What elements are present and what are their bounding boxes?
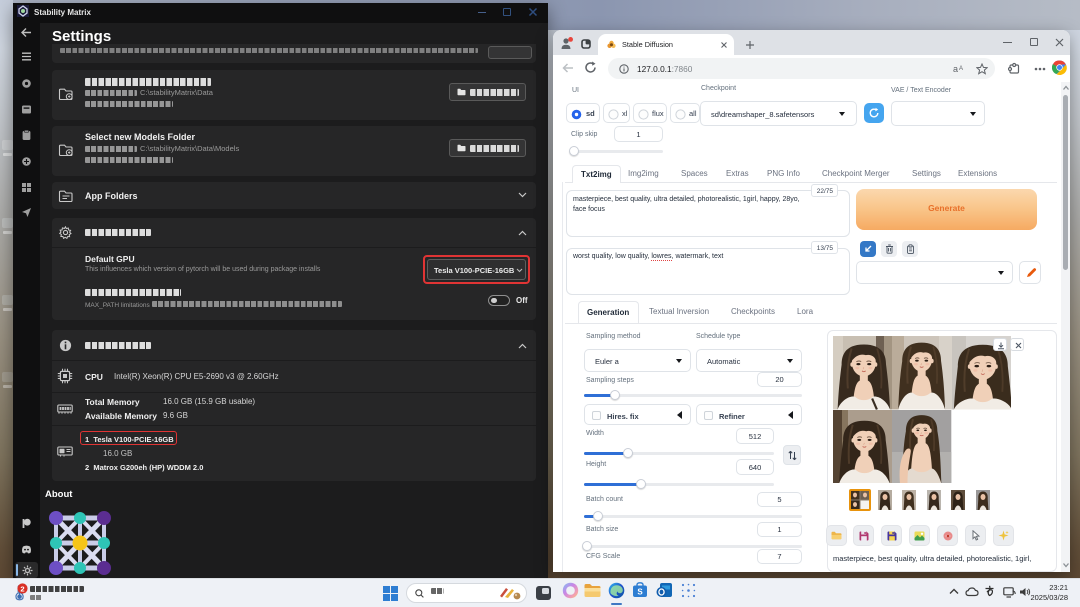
svg-text:S: S	[637, 588, 643, 597]
svg-text:2: 2	[20, 584, 24, 593]
svg-text:a: a	[953, 64, 958, 74]
svg-text:A: A	[959, 66, 963, 72]
